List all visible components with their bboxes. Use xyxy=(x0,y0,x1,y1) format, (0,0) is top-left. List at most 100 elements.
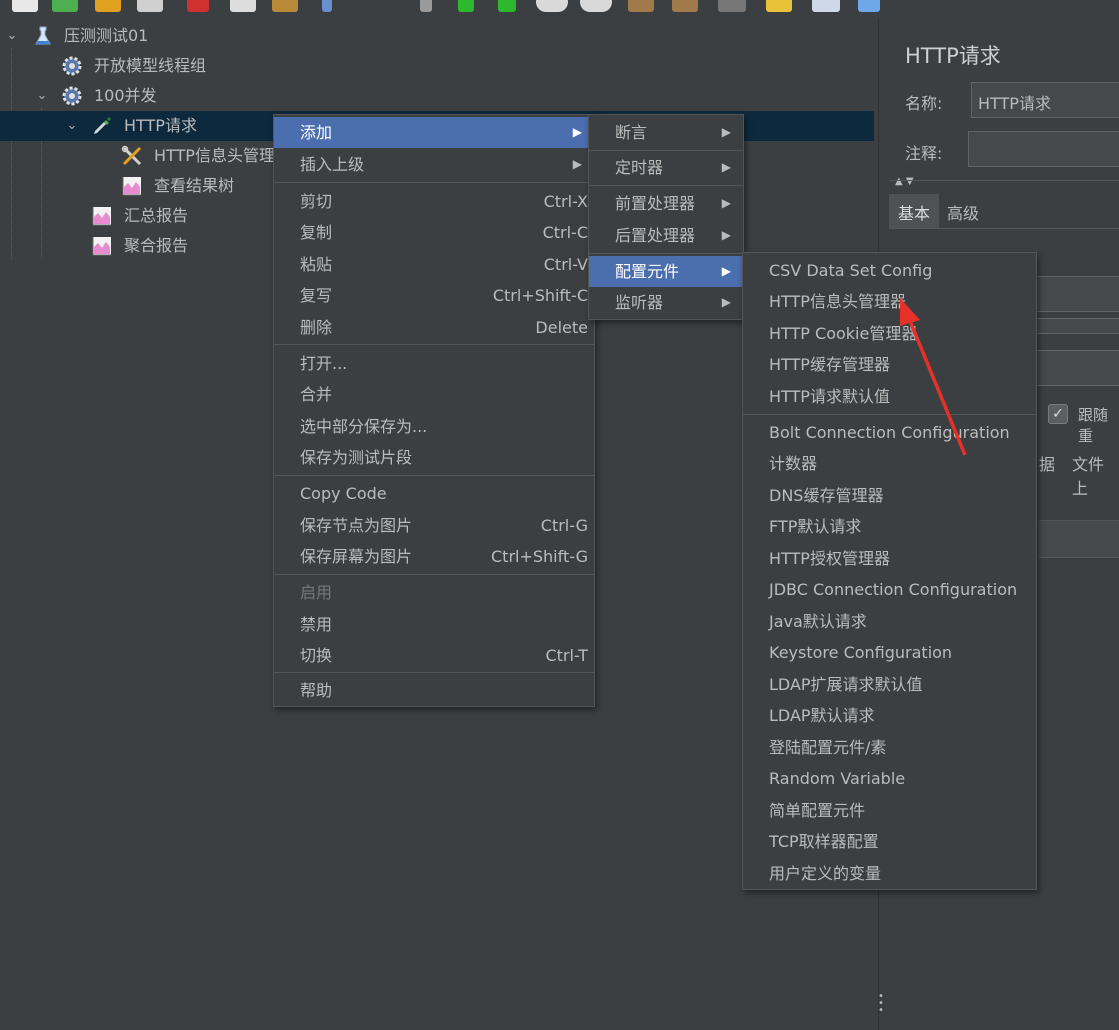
tree-node-root[interactable]: ⌄ 压测测试01 xyxy=(0,21,880,51)
toggle-icon[interactable] xyxy=(420,0,432,12)
open-icon[interactable] xyxy=(95,0,121,12)
templates-icon[interactable] xyxy=(52,0,78,12)
menu-item-disable[interactable]: 禁用 xyxy=(274,609,594,640)
help-icon[interactable] xyxy=(858,0,880,12)
function-helper-icon[interactable] xyxy=(812,0,840,12)
config-item[interactable]: 简单配置元件 xyxy=(743,795,1036,826)
config-item[interactable]: Java默认请求 xyxy=(743,606,1036,637)
menu-item-help[interactable]: 帮助 xyxy=(274,675,594,706)
menu-item-config-elements[interactable]: 配置元件 ▶ xyxy=(589,256,743,287)
chevron-down-icon[interactable]: ⌄ xyxy=(5,21,19,51)
config-item[interactable]: DNS缓存管理器 xyxy=(743,480,1036,511)
start-no-pause-icon[interactable] xyxy=(498,0,516,12)
flask-icon xyxy=(35,26,51,45)
reset-search-icon[interactable] xyxy=(766,0,792,12)
menu-item-listeners[interactable]: 监听器 ▶ xyxy=(589,287,743,318)
expand-icon[interactable] xyxy=(322,0,332,12)
clear-icon[interactable] xyxy=(628,0,654,12)
name-label: 名称: xyxy=(905,94,943,113)
tab-file-upload-partial[interactable]: 文件上 xyxy=(1072,451,1119,499)
menu-item-label: HTTP缓存管理器 xyxy=(769,355,890,374)
clear-all-icon[interactable] xyxy=(672,0,698,12)
menu-item-toggle[interactable]: 切换 Ctrl-T xyxy=(274,640,594,671)
tab-advanced[interactable]: 高级 xyxy=(939,194,989,228)
menu-item-copy-code[interactable]: Copy Code xyxy=(274,478,594,509)
menu-item-save-node-as-image[interactable]: 保存节点为图片 Ctrl-G xyxy=(274,510,594,541)
menu-shortcut: Ctrl+Shift-G xyxy=(491,547,588,566)
menu-item-paste[interactable]: 粘贴 Ctrl-V xyxy=(274,249,594,280)
config-item[interactable]: Keystore Configuration xyxy=(743,637,1036,668)
tree-node-open-model-thread-group[interactable]: 开放模型线程组 xyxy=(0,51,880,81)
config-item[interactable]: LDAP扩展请求默认值 xyxy=(743,669,1036,700)
menu-separator xyxy=(274,182,594,183)
config-item[interactable]: Random Variable xyxy=(743,763,1036,794)
menu-item-add[interactable]: 添加 ▶ xyxy=(274,117,594,148)
menu-item-remove[interactable]: 删除 Delete xyxy=(274,312,594,343)
menu-item-label: 粘贴 xyxy=(300,255,333,274)
tree-node-label: 聚合报告 xyxy=(124,236,189,255)
tab-basic-label: 基本 xyxy=(898,204,931,223)
cut-icon[interactable] xyxy=(187,0,209,12)
config-item[interactable]: CSV Data Set Config xyxy=(743,255,1036,286)
menu-shortcut: Ctrl-G xyxy=(540,516,588,535)
menu-item-label: 复制 xyxy=(300,223,333,242)
menu-item-save-as-fragment[interactable]: 保存为测试片段 xyxy=(274,442,594,473)
menu-item-label: 禁用 xyxy=(300,615,333,634)
stop-icon[interactable] xyxy=(536,0,568,12)
comment-field[interactable] xyxy=(968,131,1119,167)
config-item[interactable]: JDBC Connection Configuration xyxy=(743,574,1036,605)
menu-item-save-selection-as[interactable]: 选中部分保存为... xyxy=(274,411,594,442)
menu-item-label: HTTP请求默认值 xyxy=(769,387,890,406)
menu-item-label: 删除 xyxy=(300,318,333,337)
config-item[interactable]: LDAP默认请求 xyxy=(743,700,1036,731)
save-icon[interactable] xyxy=(137,0,163,12)
comment-label: 注释: xyxy=(905,144,943,163)
menu-item-copy[interactable]: 复制 Ctrl-C xyxy=(274,217,594,248)
config-item[interactable]: 用户定义的变量 xyxy=(743,858,1036,889)
menu-item-post-processors[interactable]: 后置处理器 ▶ xyxy=(589,220,743,251)
paste-icon[interactable] xyxy=(272,0,298,12)
menu-item-open[interactable]: 打开... xyxy=(274,348,594,379)
field-box[interactable] xyxy=(1029,350,1119,386)
gear-icon xyxy=(62,86,82,106)
chevron-right-icon: ▶ xyxy=(572,125,582,139)
chevron-down-icon[interactable]: ⌄ xyxy=(65,111,79,141)
tab-data-partial[interactable]: 据 xyxy=(1039,451,1055,475)
name-field[interactable]: HTTP请求 xyxy=(971,82,1119,118)
config-item[interactable]: HTTP授权管理器 xyxy=(743,543,1036,574)
menu-item-pre-processors[interactable]: 前置处理器 ▶ xyxy=(589,188,743,219)
tab-advanced-label: 高级 xyxy=(947,204,980,223)
tree-node-label: 查看结果树 xyxy=(154,176,235,195)
chevron-down-icon[interactable]: ⌄ xyxy=(35,81,49,111)
start-icon[interactable] xyxy=(458,0,474,12)
menu-separator xyxy=(274,672,594,673)
menu-item-save-screen-as-image[interactable]: 保存屏幕为图片 Ctrl+Shift-G xyxy=(274,541,594,572)
splitter-handle-icon[interactable]: • • • xyxy=(878,992,884,1016)
menu-item-label: 前置处理器 xyxy=(615,194,696,213)
config-item[interactable]: TCP取样器配置 xyxy=(743,826,1036,857)
menu-item-insert-parent[interactable]: 插入上级 ▶ xyxy=(274,149,594,180)
chevron-right-icon: ▶ xyxy=(572,157,582,171)
search-icon[interactable] xyxy=(718,0,746,12)
tree-node-label: 汇总报告 xyxy=(124,206,189,225)
tools-icon xyxy=(121,145,142,166)
chevron-right-icon: ▶ xyxy=(721,295,731,309)
menu-item-duplicate[interactable]: 复写 Ctrl+Shift-C xyxy=(274,280,594,311)
new-icon[interactable] xyxy=(12,0,38,12)
shutdown-icon[interactable] xyxy=(580,0,612,12)
field-box[interactable] xyxy=(1029,318,1119,334)
name-field-value: HTTP请求 xyxy=(978,94,1051,113)
config-item[interactable]: FTP默认请求 xyxy=(743,511,1036,542)
menu-item-cut[interactable]: 剪切 Ctrl-X xyxy=(274,186,594,217)
context-menu: 添加 ▶ 插入上级 ▶ 剪切 Ctrl-X 复制 Ctrl-C 粘贴 Ctrl-… xyxy=(273,114,595,707)
menu-item-timers[interactable]: 定时器 ▶ xyxy=(589,152,743,183)
follow-redirects-checkbox[interactable]: ✓ xyxy=(1048,404,1068,424)
config-item[interactable]: 登陆配置元件/素 xyxy=(743,732,1036,763)
tab-basic[interactable]: 基本 xyxy=(889,194,939,228)
menu-item-merge[interactable]: 合并 xyxy=(274,379,594,410)
collapse-arrows-icon[interactable]: ▲ ▼ xyxy=(895,176,914,187)
menu-item-assertions[interactable]: 断言 ▶ xyxy=(589,117,743,148)
tree-node-thread-group[interactable]: ⌄ 100并发 xyxy=(0,81,880,111)
field-box[interactable] xyxy=(1029,276,1119,312)
copy-icon[interactable] xyxy=(230,0,256,12)
